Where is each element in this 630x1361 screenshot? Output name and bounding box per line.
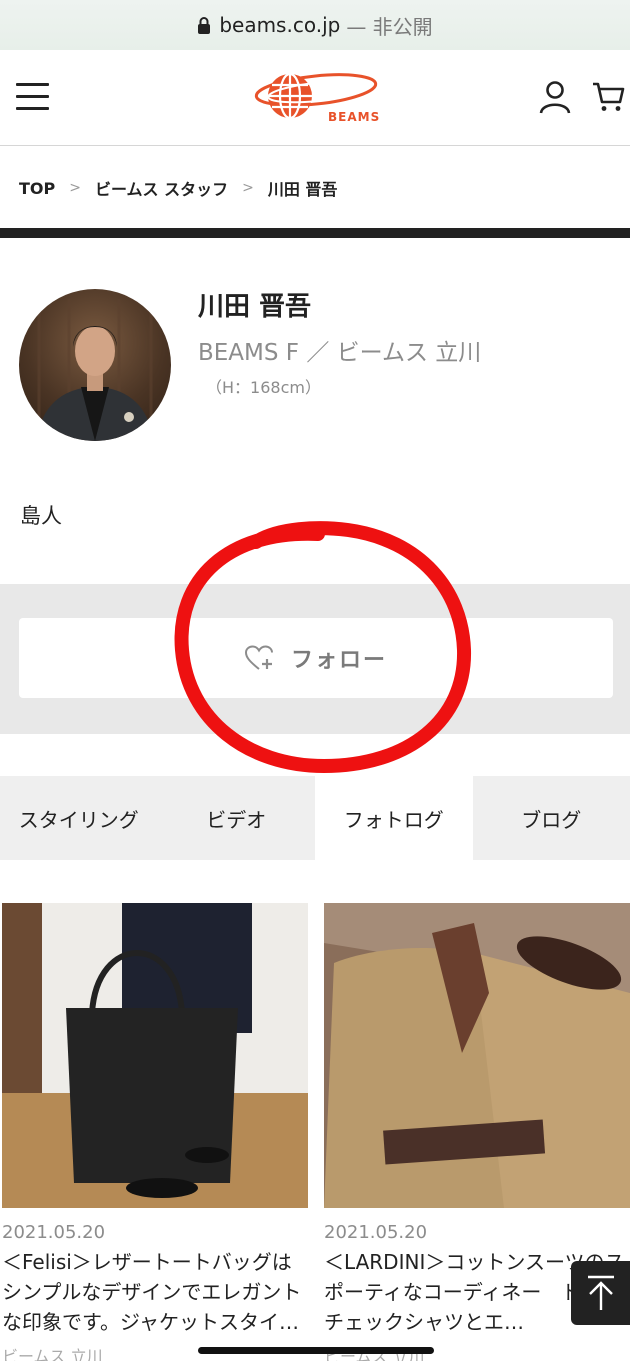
follow-button[interactable]: フォロー xyxy=(19,618,613,698)
photolog-title[interactable]: ＜Felisi＞レザートートバッグはシンプルなデザインでエレガントな印象です。ジ… xyxy=(2,1247,308,1337)
breadcrumb-staff[interactable]: ビームス スタッフ xyxy=(95,176,228,200)
photolog-image[interactable] xyxy=(2,903,308,1208)
menu-button[interactable] xyxy=(16,83,49,111)
tab-video[interactable]: ビデオ xyxy=(157,776,315,860)
user-icon[interactable] xyxy=(538,80,572,114)
photolog-image[interactable] xyxy=(324,903,630,1208)
follow-label: フォロー xyxy=(290,648,387,673)
tab-blog[interactable]: ブログ xyxy=(472,776,630,860)
staff-name: 川田 晋吾 xyxy=(198,292,312,322)
site-header: BEAMS xyxy=(0,50,630,146)
arrow-up-icon xyxy=(587,1275,614,1310)
staff-height: （H：168cm） xyxy=(206,378,321,397)
breadcrumb-separator: > xyxy=(242,180,254,196)
url-domain: beams.co.jp xyxy=(219,13,341,37)
home-indicator[interactable] xyxy=(198,1347,434,1354)
section-divider xyxy=(0,228,630,238)
breadcrumb: TOP > ビームス スタッフ > 川田 晋吾 xyxy=(19,176,337,200)
photolog-date: 2021.05.20 xyxy=(324,1222,428,1243)
breadcrumb-current: 川田 晋吾 xyxy=(267,180,338,199)
staff-shop: BEAMS F ／ ビームス 立川 xyxy=(198,340,482,366)
tab-photolog[interactable]: フォトログ xyxy=(315,776,473,860)
breadcrumb-separator: > xyxy=(69,180,81,196)
heart-plus-icon xyxy=(244,645,273,670)
photolog-date: 2021.05.20 xyxy=(2,1222,106,1243)
url-status: — 非公開 xyxy=(346,14,433,39)
scroll-to-top-button[interactable] xyxy=(571,1261,630,1325)
url-bar[interactable]: beams.co.jp — 非公開 xyxy=(0,0,630,50)
logo-text: BEAMS xyxy=(328,110,381,124)
staff-bio: 島人 xyxy=(20,504,62,528)
follow-section: フォロー xyxy=(0,584,630,734)
cart-icon[interactable] xyxy=(592,80,626,114)
tab-styling[interactable]: スタイリング xyxy=(0,776,158,860)
photolog-card[interactable]: 2021.05.20 ＜Felisi＞レザートートバッグはシンプルなデザインでエ… xyxy=(2,903,308,1361)
lock-icon xyxy=(198,17,211,34)
breadcrumb-top[interactable]: TOP xyxy=(19,179,55,198)
content-tabs: スタイリング ビデオ フォトログ ブログ xyxy=(0,776,630,860)
staff-avatar xyxy=(19,289,171,441)
